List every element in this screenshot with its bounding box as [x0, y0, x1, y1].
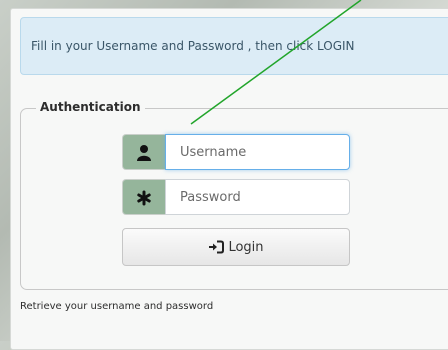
user-icon — [137, 145, 151, 161]
retrieve-credentials-link[interactable]: Retrieve your username and password — [20, 301, 213, 312]
username-addon — [122, 134, 165, 170]
info-alert: Fill in your Username and Password , the… — [20, 17, 448, 75]
username-input[interactable] — [165, 134, 350, 170]
sign-in-icon — [209, 240, 225, 254]
password-addon — [122, 179, 165, 215]
password-input[interactable] — [165, 179, 350, 215]
username-group — [122, 134, 350, 170]
login-label: Login — [228, 239, 264, 255]
login-button[interactable]: Login — [122, 228, 350, 266]
password-group — [122, 179, 350, 215]
asterisk-icon — [137, 190, 151, 206]
authentication-legend: Authentication — [36, 100, 145, 114]
info-message: Fill in your Username and Password , the… — [31, 39, 355, 53]
